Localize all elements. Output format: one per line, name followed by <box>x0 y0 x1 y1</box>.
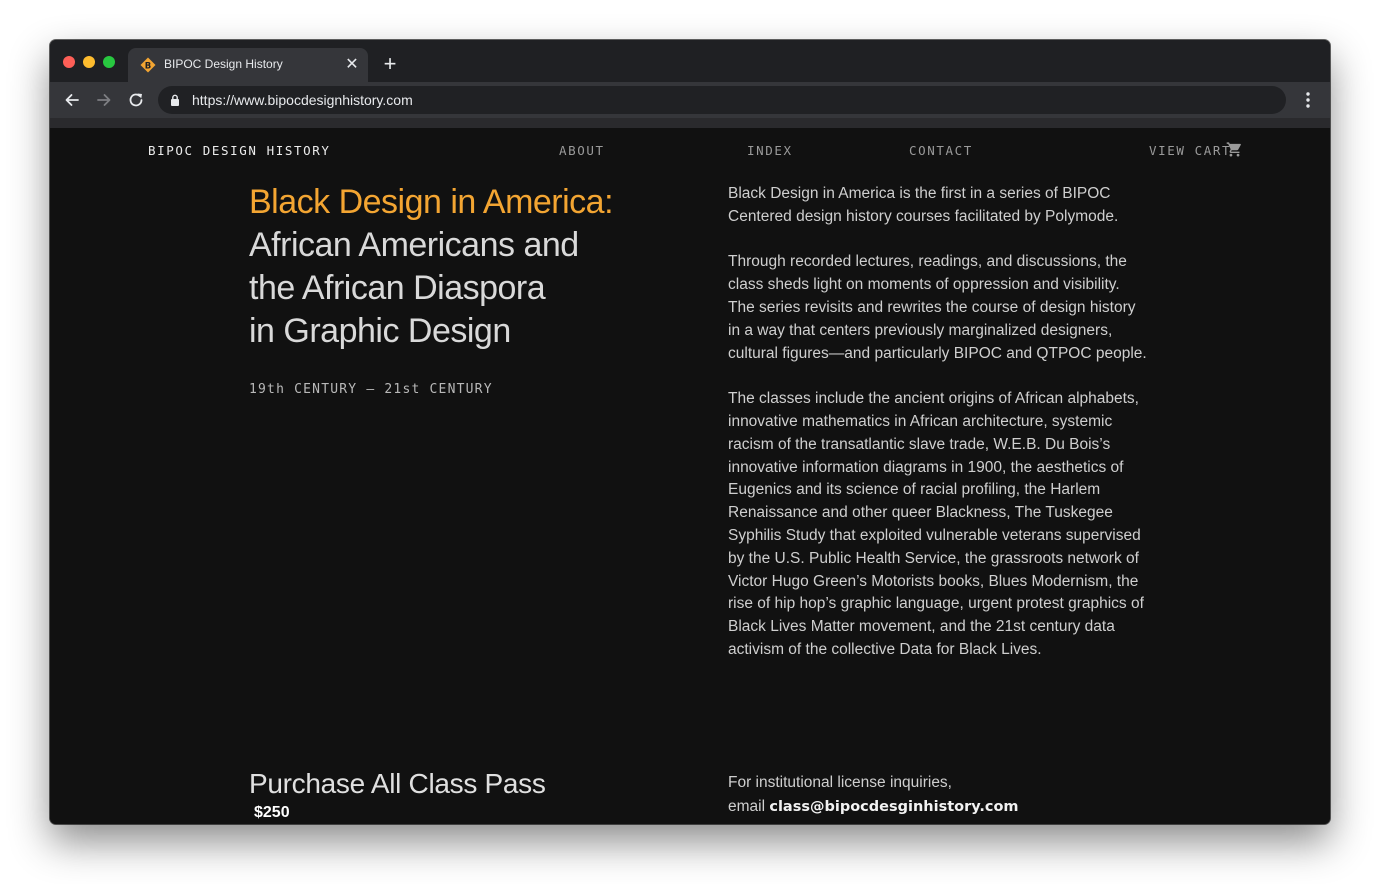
email-prefix: email <box>728 798 766 815</box>
cart-icon[interactable] <box>1226 141 1243 158</box>
browser-tab[interactable]: B BIPOC Design History ✕ <box>128 48 368 82</box>
description-paragraph-3: The classes include the ancient origins … <box>728 390 1144 658</box>
forward-arrow-icon[interactable] <box>94 90 114 110</box>
license-inquiry: For institutional license inquiries, ema… <box>728 771 1148 819</box>
nav-index-link[interactable]: INDEX <box>747 143 793 158</box>
address-bar[interactable]: https://www.bipocdesignhistory.com <box>158 86 1286 114</box>
back-arrow-icon[interactable] <box>62 90 82 110</box>
nav-contact-link[interactable]: CONTACT <box>909 143 973 158</box>
view-cart-link[interactable]: VIEW CART <box>1149 143 1231 158</box>
purchase-pass-title[interactable]: Purchase All Class Pass <box>249 768 546 800</box>
license-text: For institutional license inquiries, <box>728 774 952 791</box>
close-window-button[interactable] <box>63 56 75 68</box>
site-logo-link[interactable]: BIPOC DESIGN HISTORY <box>148 143 331 158</box>
pass-price: $250 <box>254 804 290 821</box>
tab-close-icon[interactable]: ✕ <box>342 54 362 74</box>
nav-about-link[interactable]: ABOUT <box>559 143 605 158</box>
tab-strip: B BIPOC Design History ✕ + <box>50 40 1330 82</box>
title-accent-line: Black Design in America: <box>249 183 614 221</box>
reload-icon[interactable] <box>126 90 146 110</box>
lock-icon <box>171 94 179 106</box>
date-range: 19th CENTURY – 21st CENTURY <box>249 382 493 397</box>
minimize-window-button[interactable] <box>83 56 95 68</box>
web-page: BIPOC DESIGN HISTORY ABOUT INDEX CONTACT… <box>50 128 1330 824</box>
maximize-window-button[interactable] <box>103 56 115 68</box>
new-tab-icon[interactable]: + <box>378 52 402 76</box>
browser-toolbar: https://www.bipocdesignhistory.com <box>50 82 1330 118</box>
license-email-link[interactable]: class@bipocdesginhistory.com <box>769 799 1018 815</box>
description-paragraph-2: Through recorded lectures, readings, and… <box>728 253 1147 362</box>
site-favicon-icon: B <box>140 57 156 73</box>
course-description: Black Design in America is the first in … <box>728 183 1148 685</box>
page-title: Black Design in America: African America… <box>249 181 669 353</box>
browser-menu-icon[interactable] <box>1300 90 1316 110</box>
svg-text:B: B <box>145 61 151 71</box>
url-text: https://www.bipocdesignhistory.com <box>192 92 413 108</box>
title-line-3: the African Diaspora <box>249 269 546 307</box>
tab-title: BIPOC Design History <box>164 57 283 71</box>
title-line-2: African Americans and <box>249 226 579 264</box>
browser-window: B BIPOC Design History ✕ + https://www.b… <box>50 40 1330 824</box>
title-line-4: in Graphic Design <box>249 312 511 350</box>
toolbar-divider <box>50 118 1330 128</box>
description-paragraph-1: Black Design in America is the first in … <box>728 185 1119 225</box>
